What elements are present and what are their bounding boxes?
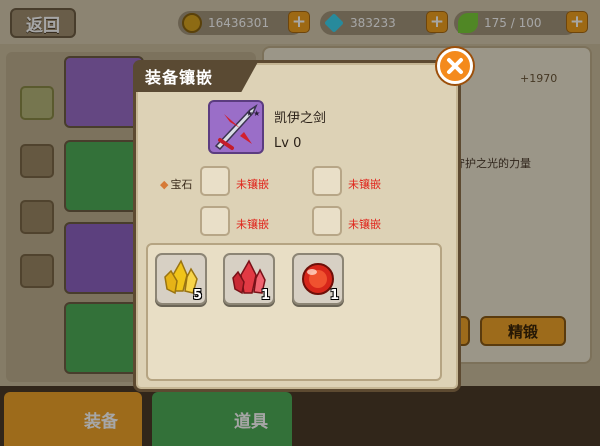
item-count: 1 (260, 288, 270, 303)
socket-status: 未镶嵌 (236, 218, 269, 231)
socket-status: 未镶嵌 (348, 178, 381, 191)
close-icon (447, 58, 463, 74)
socket-status: 未镶嵌 (348, 218, 381, 231)
gem-label-text: 宝石 (170, 178, 193, 191)
gem-label: ◆ 宝石 (160, 176, 192, 192)
inventory-item-yellow-crystal[interactable]: 5 (155, 253, 207, 305)
item-level: Lv 0 (274, 136, 302, 151)
close-button[interactable] (437, 48, 473, 84)
gem-socket[interactable] (200, 166, 230, 196)
item-count: 5 (192, 288, 202, 303)
item-count: 1 (329, 288, 339, 303)
sword-icon: ★★ (208, 100, 264, 154)
socket-status: 未镶嵌 (236, 178, 269, 191)
inventory-item-red-orb[interactable]: 1 (292, 253, 344, 305)
dialog-title: 装备镶嵌 (133, 60, 259, 92)
gem-socket[interactable] (200, 206, 230, 236)
item-name: 凯伊之剑 (274, 111, 327, 126)
gem-socket[interactable] (312, 166, 342, 196)
inventory-item-red-crystal[interactable]: 1 (223, 253, 275, 305)
gem-socket[interactable] (312, 206, 342, 236)
diamond-bullet-icon: ◆ (160, 178, 169, 191)
svg-text:★★: ★★ (246, 109, 260, 118)
